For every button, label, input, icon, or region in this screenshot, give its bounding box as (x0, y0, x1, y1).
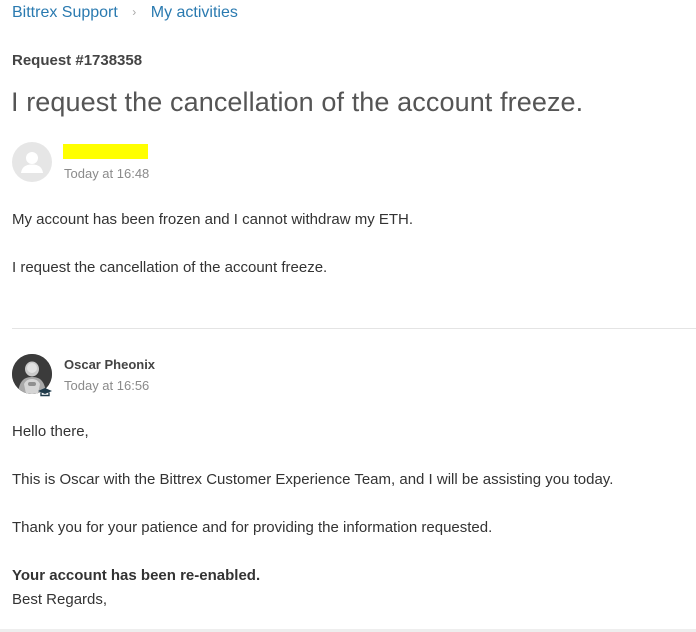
breadcrumb-separator-icon: › (132, 5, 137, 19)
comment-paragraph: My account has been frozen and I cannot … (12, 211, 414, 228)
comment-paragraph: Thank you for your patience and for prov… (12, 519, 493, 536)
comment-timestamp: Today at 16:56 (64, 378, 150, 393)
redacted-author-name (63, 144, 148, 159)
breadcrumb: Bittrex Support › My activities (12, 3, 238, 23)
comment-paragraph-emphasis: Your account has been re-enabled. (12, 567, 261, 584)
breadcrumb-link-bittrex-support[interactable]: Bittrex Support (12, 4, 118, 21)
comment-paragraph: I request the cancellation of the accoun… (12, 259, 328, 276)
comment-divider (12, 328, 696, 329)
comment-timestamp: Today at 16:48 (64, 166, 150, 181)
user-silhouette-icon (12, 142, 52, 182)
comment-author: Oscar Pheonix (64, 357, 156, 372)
comment-paragraph: This is Oscar with the Bittrex Customer … (12, 471, 614, 488)
breadcrumb-link-my-activities[interactable]: My activities (151, 4, 238, 21)
request-id: Request #1738358 (12, 52, 143, 69)
agent-badge-icon (38, 388, 52, 397)
comment-paragraph: Best Regards, (12, 591, 108, 608)
comment-paragraph: Hello there, (12, 423, 89, 440)
request-title: I request the cancellation of the accoun… (11, 87, 584, 117)
